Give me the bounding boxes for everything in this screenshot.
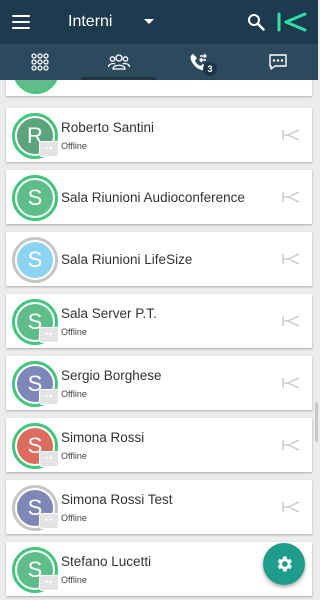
call-icon[interactable]	[282, 314, 300, 328]
contact-name: Simona Rossi	[61, 430, 145, 445]
contact-status: Offline	[61, 327, 87, 337]
list-item[interactable]	[6, 80, 312, 96]
menu-icon[interactable]	[12, 15, 30, 29]
list-item[interactable]: S •• Sala Server P.T. Offline	[6, 294, 312, 348]
contact-status: Offline	[61, 575, 87, 585]
list-item[interactable]: S Sala Riunioni Audioconference	[6, 170, 312, 224]
tab-call-transfers[interactable]: 3	[159, 44, 238, 80]
chat-icon	[268, 54, 287, 70]
tab-dialpad[interactable]	[0, 44, 79, 80]
list-item[interactable]: S •• Simona Rossi Offline	[6, 418, 312, 472]
contact-name: Sala Riunioni LifeSize	[61, 252, 193, 267]
contacts-icon	[107, 54, 130, 70]
app-header: Interni	[0, 0, 318, 44]
contact-name: Roberto Santini	[61, 120, 155, 135]
avatar-initial: S	[17, 242, 53, 278]
list-item[interactable]: S •• Sergio Borghese Offline	[6, 356, 312, 410]
presence-icon: ••	[39, 575, 59, 591]
avatar-initial: S	[17, 180, 53, 216]
presence-icon: ••	[39, 141, 59, 157]
avatar	[13, 80, 59, 94]
directory-selector[interactable]: Interni	[68, 13, 112, 31]
tab-chat[interactable]	[238, 44, 317, 80]
tab-contacts[interactable]	[79, 44, 158, 80]
list-item[interactable]: S •• Simona Rossi Test Offline	[6, 480, 312, 534]
presence-icon: ••	[39, 327, 59, 343]
contact-status: Offline	[61, 389, 87, 399]
presence-icon: ••	[39, 389, 59, 405]
scrollbar[interactable]	[315, 402, 318, 442]
call-transfer-badge: 3	[203, 62, 217, 76]
contact-status: Offline	[61, 141, 87, 151]
dialpad-icon	[30, 53, 49, 71]
tab-bar: 3	[0, 44, 318, 80]
call-icon[interactable]	[282, 438, 300, 452]
contact-status: Offline	[61, 451, 87, 461]
call-icon[interactable]	[282, 376, 300, 390]
list-item[interactable]: R •• Roberto Santini Offline	[6, 108, 312, 162]
call-icon[interactable]	[282, 500, 300, 514]
call-icon[interactable]	[282, 190, 300, 204]
contact-name: Sergio Borghese	[61, 368, 162, 383]
call-icon[interactable]	[282, 252, 300, 266]
contact-name: Simona Rossi Test	[61, 492, 173, 507]
contact-name: Sala Riunioni Audioconference	[61, 190, 245, 205]
presence-icon: ••	[39, 451, 59, 467]
search-icon[interactable]	[247, 13, 265, 31]
list-item[interactable]: S Sala Riunioni LifeSize	[6, 232, 312, 286]
contact-list[interactable]: R •• Roberto Santini Offline S Sala Riunioni …	[0, 80, 318, 600]
presence-icon: ••	[39, 513, 59, 529]
contact-name: Sala Server P.T.	[61, 306, 157, 321]
gear-icon	[277, 556, 292, 572]
app-logo-icon	[277, 12, 307, 32]
settings-button[interactable]	[263, 543, 305, 585]
contact-status: Offline	[61, 513, 87, 523]
avatar: S	[12, 237, 58, 283]
chevron-down-icon[interactable]	[144, 19, 154, 24]
contact-name: Stefano Lucetti	[61, 554, 152, 569]
call-icon[interactable]	[282, 128, 300, 142]
avatar: S	[12, 175, 58, 221]
